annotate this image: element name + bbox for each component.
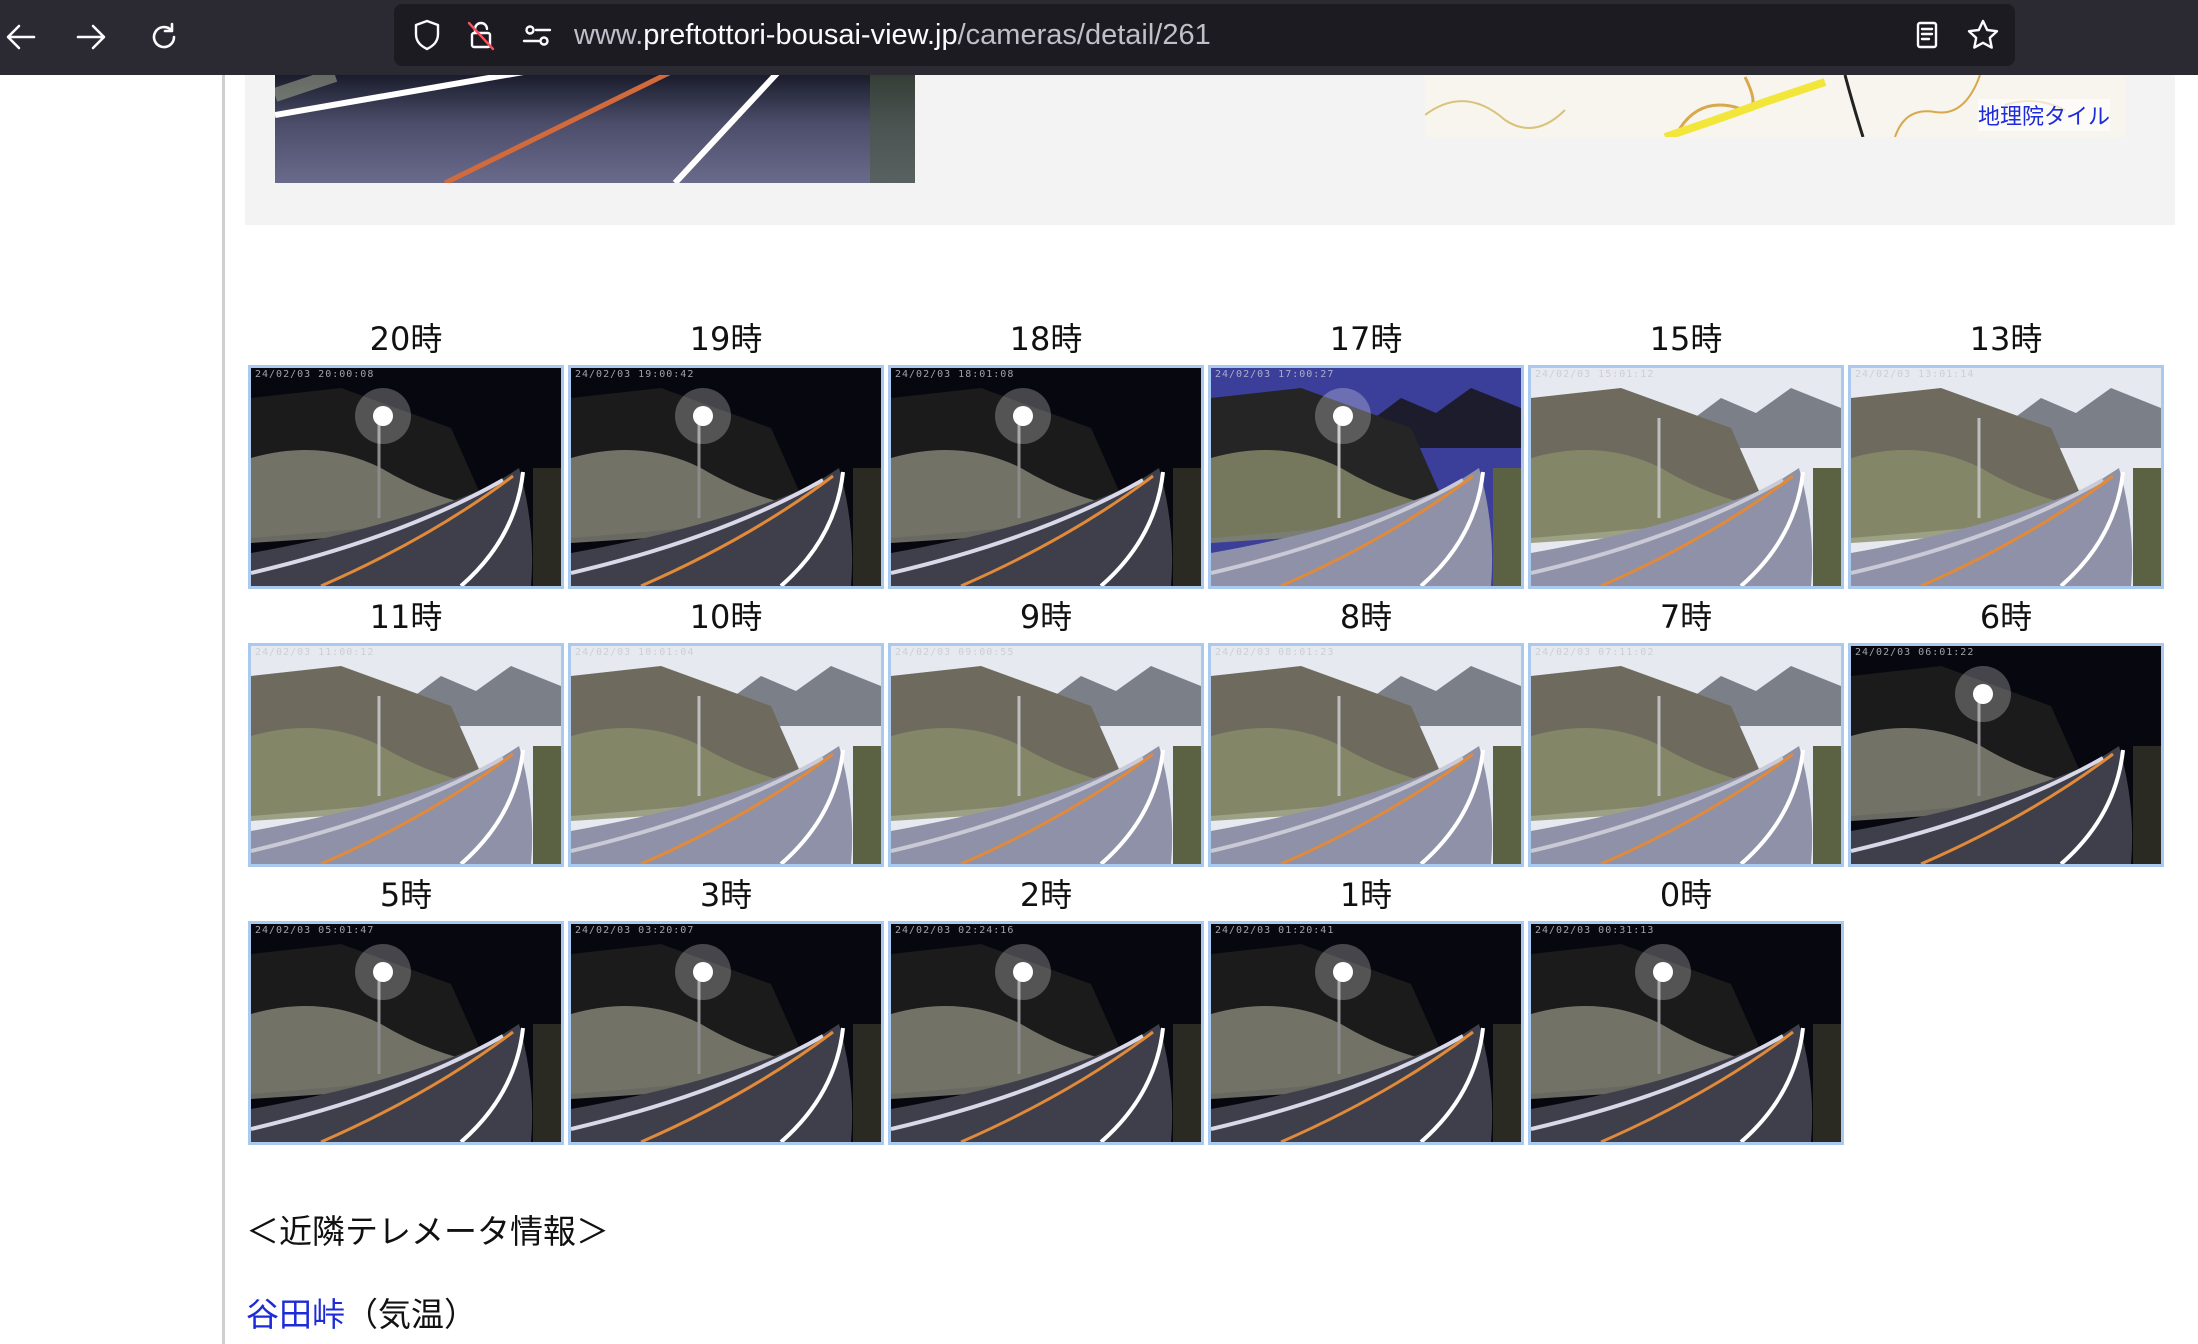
thumbnail-hour-label: 11時 xyxy=(369,598,443,636)
thumbnail-cell: 11時 24/02/03 11:00:12 xyxy=(246,593,566,871)
thumbnail-cell: 8時 24/02/03 08:01:23 xyxy=(1206,593,1526,871)
forward-button[interactable] xyxy=(66,12,116,62)
thumbnail-timestamp: 24/02/03 02:24:16 xyxy=(895,925,1015,936)
thumbnail-timestamp: 24/02/03 17:00:27 xyxy=(1215,369,1335,380)
telemeter-station-row: 谷田峠（気温） xyxy=(246,1288,477,1336)
back-button[interactable] xyxy=(0,12,46,62)
thumbnail-image-link[interactable]: 24/02/03 10:01:04 xyxy=(568,643,884,867)
thumbnail-hour-label: 8時 xyxy=(1339,598,1393,636)
thumbnail-hour-label: 2時 xyxy=(1019,876,1073,914)
reload-icon xyxy=(152,22,176,49)
thumbnail-image-link[interactable]: 24/02/03 19:00:42 xyxy=(568,365,884,589)
hourly-thumbnail-grid: 20時 24/02/03 20:00:08 19時 24/02/03 19:00:42… xyxy=(246,315,2166,1149)
thumbnail-hour-label: 0時 xyxy=(1659,876,1713,914)
thumbnail-hour-label: 17時 xyxy=(1329,320,1403,358)
thumbnail-cell: 7時 24/02/03 07:11:02 xyxy=(1526,593,1846,871)
thumbnail-timestamp: 24/02/03 11:00:12 xyxy=(255,647,375,658)
thumbnail-cell: 6時 24/02/03 06:01:22 xyxy=(1846,593,2166,871)
thumbnail-cell: 13時 24/02/03 13:01:14 xyxy=(1846,315,2166,593)
reload-button[interactable] xyxy=(139,12,189,62)
thumbnail-timestamp: 24/02/03 07:11:02 xyxy=(1535,647,1655,658)
thumbnail-cell: 5時 24/02/03 05:01:47 xyxy=(246,871,566,1149)
url-prefix: www. xyxy=(574,19,644,51)
thumbnail-cell: 10時 24/02/03 10:01:04 xyxy=(566,593,886,871)
thumbnail-image-link[interactable]: 24/02/03 15:01:12 xyxy=(1528,365,1844,589)
thumbnail-timestamp: 24/02/03 20:00:08 xyxy=(255,369,375,380)
thumbnail-image-link[interactable]: 24/02/03 06:01:22 xyxy=(1848,643,2164,867)
live-camera-image[interactable] xyxy=(275,75,915,183)
thumbnail-hour-label: 13時 xyxy=(1969,320,2043,358)
insecure-lock-icon[interactable] xyxy=(464,18,498,52)
thumbnail-timestamp: 24/02/03 15:01:12 xyxy=(1535,369,1655,380)
thumbnail-cell: 3時 24/02/03 03:20:07 xyxy=(566,871,886,1149)
thumbnail-cell: 17時 24/02/03 17:00:27 xyxy=(1206,315,1526,593)
thumbnail-image-link[interactable]: 24/02/03 03:20:07 xyxy=(568,921,884,1145)
thumbnail-image-link[interactable]: 24/02/03 13:01:14 xyxy=(1848,365,2164,589)
browser-toolbar: www.preftottori-bousai-view.jp/cameras/d… xyxy=(0,0,2198,75)
thumbnail-cell: 9時 24/02/03 09:00:55 xyxy=(886,593,1206,871)
arrow-left-icon xyxy=(6,24,36,50)
thumbnail-hour-label: 15時 xyxy=(1649,320,1723,358)
thumbnail-cell: 20時 24/02/03 20:00:08 xyxy=(246,315,566,593)
thumbnail-hour-label: 9時 xyxy=(1019,598,1073,636)
thumbnail-timestamp: 24/02/03 08:01:23 xyxy=(1215,647,1335,658)
bookmark-star-icon[interactable] xyxy=(1966,18,2000,52)
thumbnail-hour-label: 5時 xyxy=(379,876,433,914)
thumbnail-cell: 2時 24/02/03 02:24:16 xyxy=(886,871,1206,1149)
address-bar[interactable]: www.preftottori-bousai-view.jp/cameras/d… xyxy=(394,4,2015,66)
thumbnail-image-link[interactable]: 24/02/03 09:00:55 xyxy=(888,643,1204,867)
thumbnail-hour-label: 6時 xyxy=(1979,598,2033,636)
thumbnail-image-link[interactable]: 24/02/03 07:11:02 xyxy=(1528,643,1844,867)
thumbnail-cell: 19時 24/02/03 19:00:42 xyxy=(566,315,886,593)
site-permissions-icon[interactable] xyxy=(520,18,554,52)
url-host: preftottori-bousai-view.jp xyxy=(643,19,958,51)
thumbnail-image-link[interactable]: 24/02/03 08:01:23 xyxy=(1208,643,1524,867)
arrow-right-icon xyxy=(76,24,106,50)
thumbnail-hour-label: 20時 xyxy=(369,320,443,358)
thumbnail-cell: 18時 24/02/03 18:01:08 xyxy=(886,315,1206,593)
url-path: /cameras/detail/261 xyxy=(957,19,1211,51)
thumbnail-timestamp: 24/02/03 00:31:13 xyxy=(1535,925,1655,936)
thumbnail-image-link[interactable]: 24/02/03 18:01:08 xyxy=(888,365,1204,589)
telemeter-station-type: （気温） xyxy=(345,1295,477,1334)
tracking-protection-shield-icon[interactable] xyxy=(410,18,444,52)
thumbnail-cell: 15時 24/02/03 15:01:12 xyxy=(1526,315,1846,593)
thumbnail-timestamp: 24/02/03 10:01:04 xyxy=(575,647,695,658)
thumbnail-timestamp: 24/02/03 06:01:22 xyxy=(1855,647,1975,658)
thumbnail-image-link[interactable]: 24/02/03 00:31:13 xyxy=(1528,921,1844,1145)
reader-view-icon[interactable] xyxy=(1910,18,1944,52)
content-left-border xyxy=(222,75,225,1344)
thumbnail-timestamp: 24/02/03 03:20:07 xyxy=(575,925,695,936)
telemeter-station-link[interactable]: 谷田峠 xyxy=(246,1295,345,1334)
thumbnail-hour-label: 10時 xyxy=(689,598,763,636)
thumbnail-hour-label: 3時 xyxy=(699,876,753,914)
telemeter-heading: ＜近隣テレメータ情報＞ xyxy=(246,1212,609,1251)
thumbnail-image-link[interactable]: 24/02/03 17:00:27 xyxy=(1208,365,1524,589)
thumbnail-hour-label: 7時 xyxy=(1659,598,1713,636)
thumbnail-image-link[interactable]: 24/02/03 05:01:47 xyxy=(248,921,564,1145)
thumbnail-image-link[interactable]: 24/02/03 11:00:12 xyxy=(248,643,564,867)
thumbnail-image-link[interactable]: 24/02/03 01:20:41 xyxy=(1208,921,1524,1145)
thumbnail-timestamp: 24/02/03 05:01:47 xyxy=(255,925,375,936)
url-text[interactable]: www.preftottori-bousai-view.jp/cameras/d… xyxy=(574,4,1211,66)
thumbnail-cell: 0時 24/02/03 00:31:13 xyxy=(1526,871,1846,1149)
thumbnail-cell: 1時 24/02/03 01:20:41 xyxy=(1206,871,1526,1149)
thumbnail-image-link[interactable]: 24/02/03 02:24:16 xyxy=(888,921,1204,1145)
thumbnail-timestamp: 24/02/03 13:01:14 xyxy=(1855,369,1975,380)
thumbnail-timestamp: 24/02/03 18:01:08 xyxy=(895,369,1015,380)
map-tile[interactable]: 地理院タイル xyxy=(1425,75,2125,137)
thumbnail-image-link[interactable]: 24/02/03 20:00:08 xyxy=(248,365,564,589)
map-attribution-link[interactable]: 地理院タイル xyxy=(1977,99,2110,131)
thumbnail-hour-label: 18時 xyxy=(1009,320,1083,358)
thumbnail-hour-label: 19時 xyxy=(689,320,763,358)
thumbnail-timestamp: 24/02/03 09:00:55 xyxy=(895,647,1015,658)
thumbnail-timestamp: 24/02/03 01:20:41 xyxy=(1215,925,1335,936)
thumbnail-timestamp: 24/02/03 19:00:42 xyxy=(575,369,695,380)
thumbnail-hour-label: 1時 xyxy=(1339,876,1393,914)
